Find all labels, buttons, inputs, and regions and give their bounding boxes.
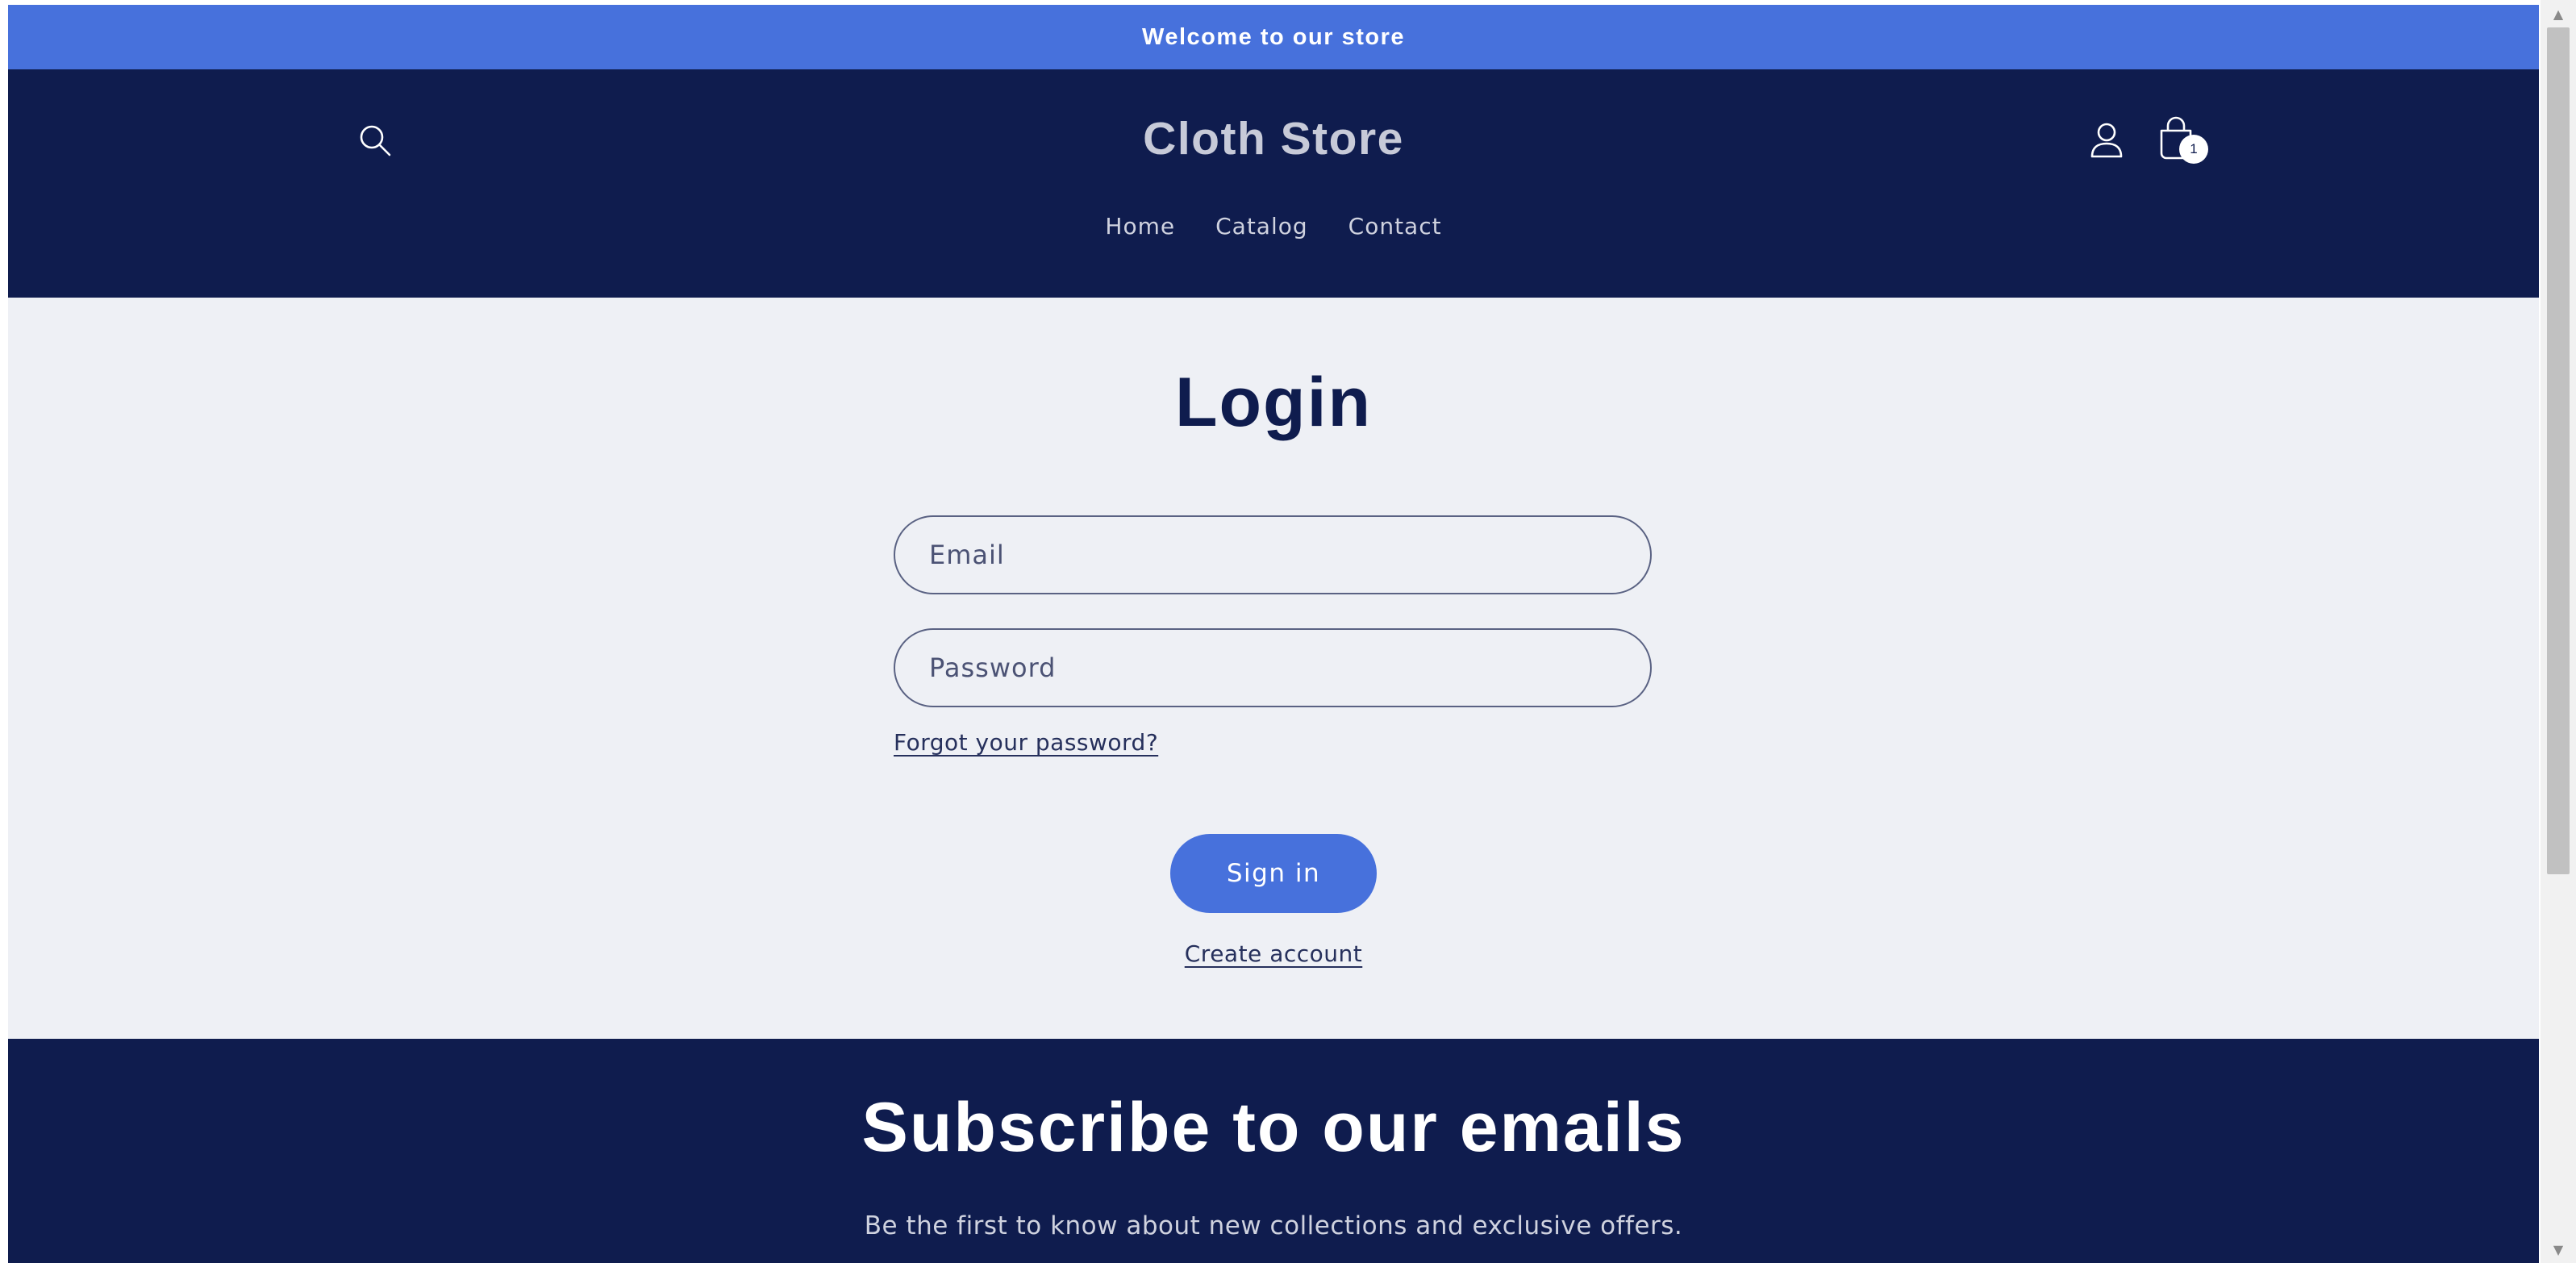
scroll-up-arrow-icon[interactable]: ▲ [2541,0,2576,27]
cart-count-badge: 1 [2179,135,2208,164]
nav-link-catalog[interactable]: Catalog [1215,213,1308,240]
newsletter-section: Subscribe to our emails Be the first to … [8,1039,2539,1263]
user-icon [2090,123,2123,158]
scrollbar-thumb[interactable] [2547,27,2570,874]
nav-link-contact[interactable]: Contact [1348,213,1442,240]
page: Welcome to our store Cloth Store Home Ca… [8,5,2539,1263]
nav-link-home[interactable]: Home [1105,213,1175,240]
password-field[interactable] [894,628,1652,707]
newsletter-description: Be the first to know about new collectio… [864,1211,1683,1240]
create-account-link[interactable]: Create account [1185,940,1363,967]
cart-button[interactable]: 1 [2157,116,2208,168]
newsletter-title: Subscribe to our emails [861,1089,1686,1166]
account-button[interactable] [2084,118,2129,163]
vertical-scrollbar[interactable]: ▲ ▼ [2541,0,2576,1263]
sign-in-button[interactable]: Sign in [1170,834,1377,913]
forgot-password-link[interactable]: Forgot your password? [894,729,1158,756]
page-title: Login [1174,364,1373,441]
announcement-bar: Welcome to our store [8,5,2539,69]
email-field[interactable] [894,515,1652,594]
login-section: Login Forgot your password? Sign in Crea… [8,298,2539,1039]
main-nav: Home Catalog Contact [8,213,2539,240]
create-account-row: Create account [8,940,2539,967]
site-header: Cloth Store Home Catalog Contact 1 [8,69,2539,298]
announcement-text: Welcome to our store [1142,23,1405,50]
scroll-down-arrow-icon[interactable]: ▼ [2541,1236,2576,1263]
